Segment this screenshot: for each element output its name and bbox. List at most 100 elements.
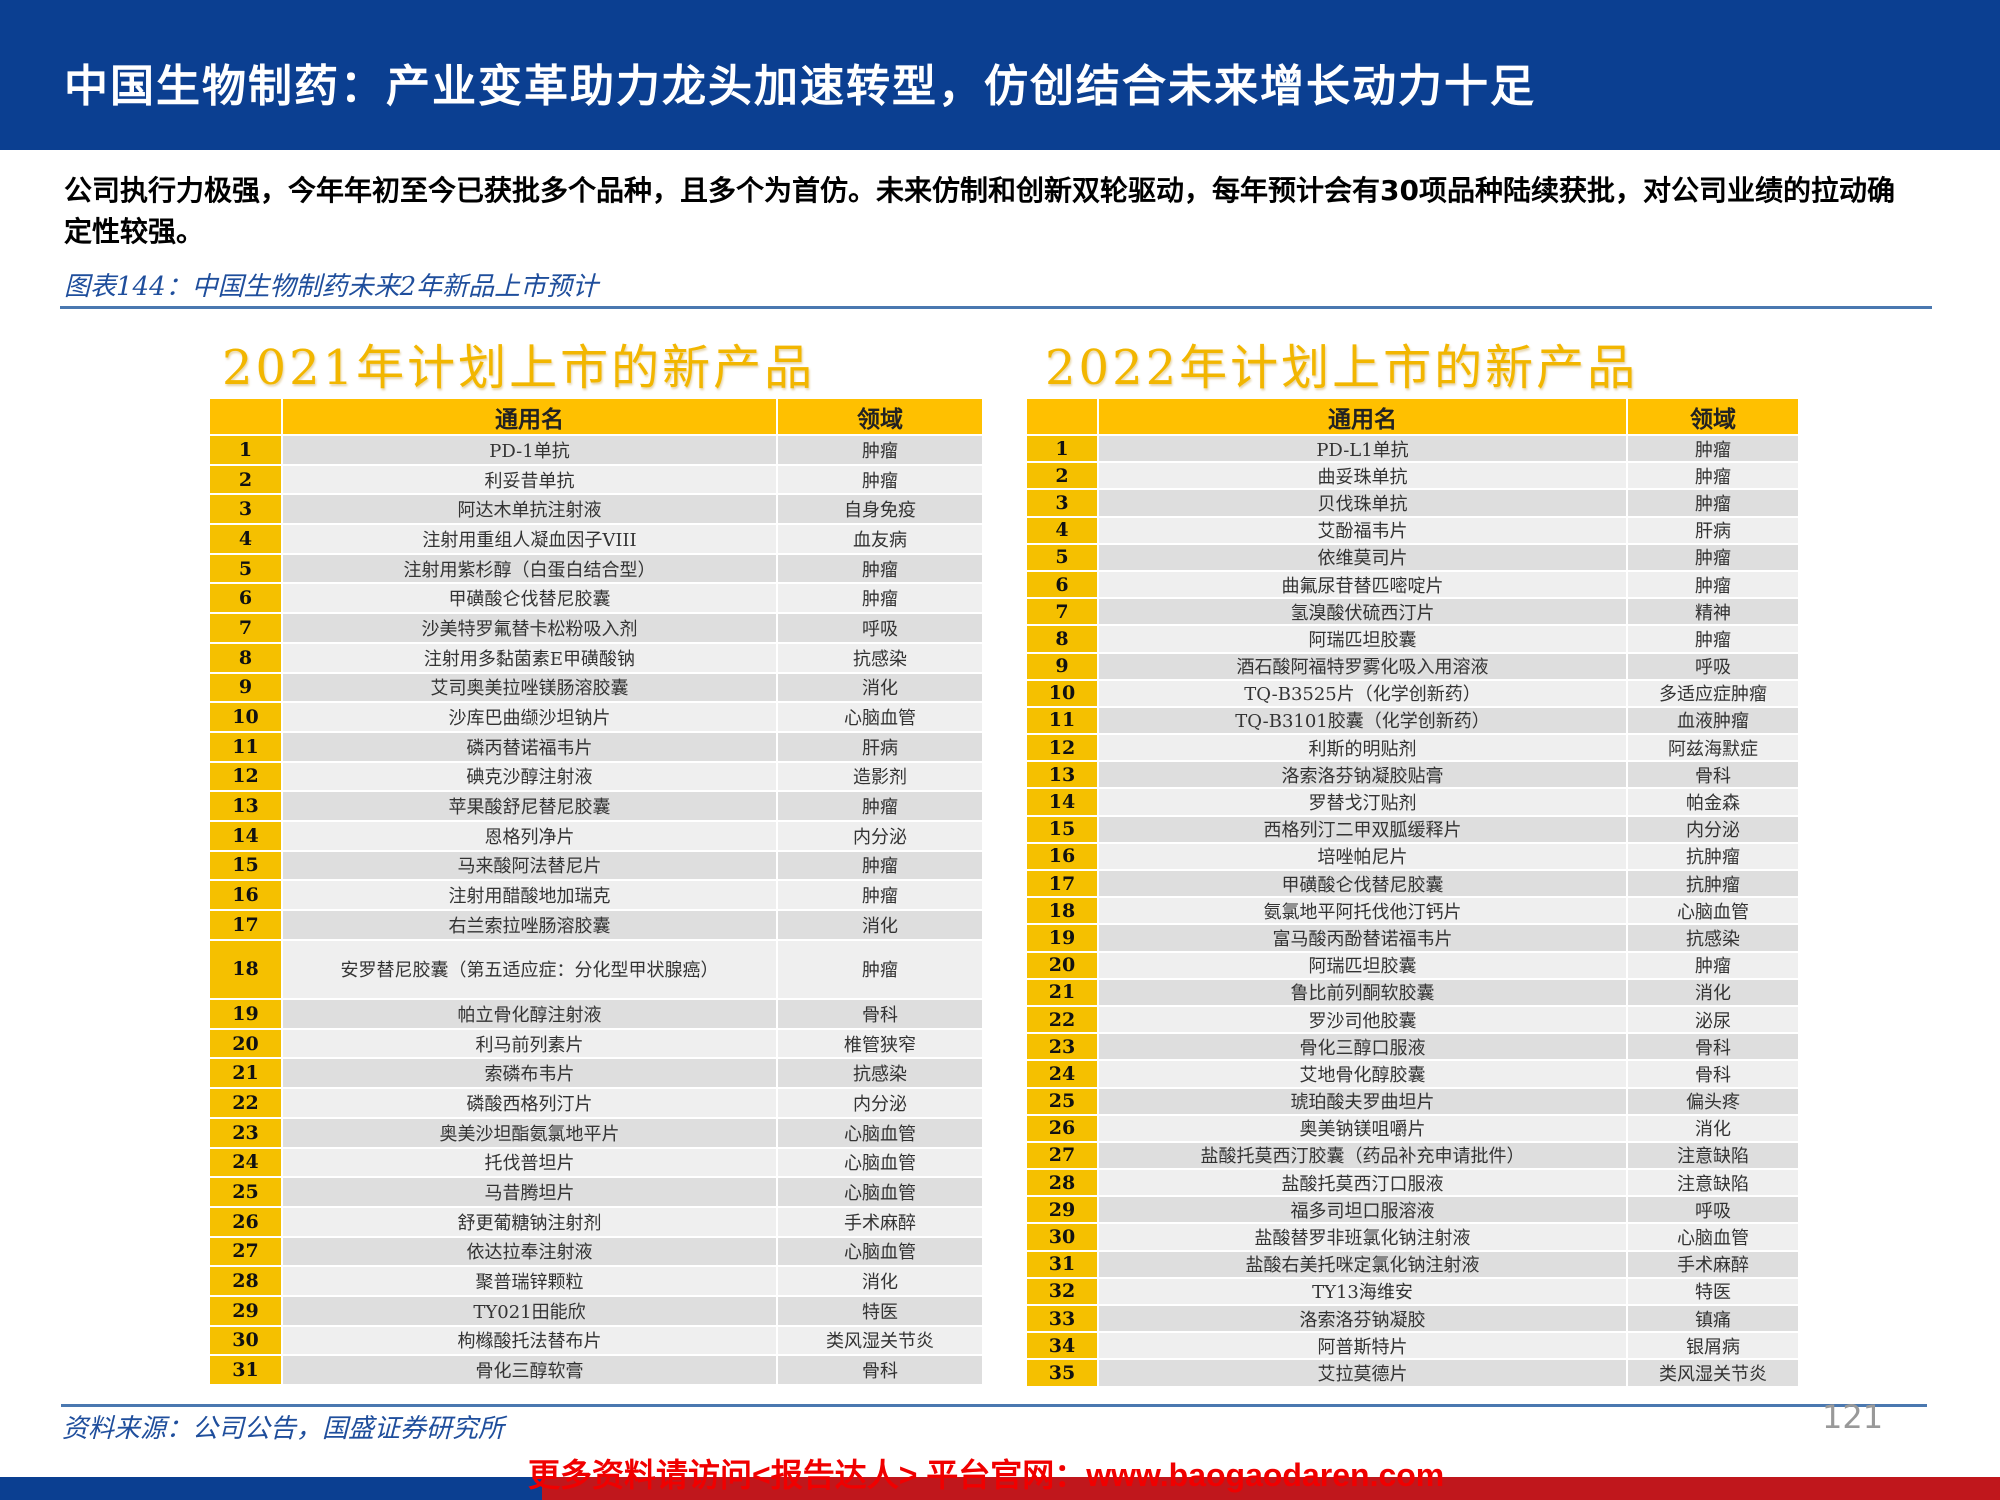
drug-name: TY021田能欣	[283, 1296, 776, 1325]
drug-name: 贝伐珠单抗	[1099, 490, 1626, 516]
drug-name: PD-1单抗	[283, 436, 776, 464]
therapeutic-area: 注意缺陷	[1628, 1170, 1798, 1196]
therapeutic-area: 特医	[778, 1296, 982, 1325]
table-row: 27 依达拉奉注射液 心脑血管	[210, 1237, 984, 1266]
table-row: 21 索磷布韦片 抗感染	[210, 1059, 984, 1088]
page-title: 中国生物制药：产业变革助力龙头加速转型，仿创结合未来增长动力十足	[64, 61, 1536, 112]
row-number: 13	[210, 792, 281, 820]
therapeutic-area: 镇痛	[1628, 1306, 1798, 1332]
table-row: 16 注射用醋酸地加瑞克 肿瘤	[210, 881, 984, 909]
drug-name: 洛索洛芬钠凝胶贴膏	[1099, 762, 1626, 788]
row-number: 7	[1027, 599, 1097, 625]
table-row: 17 右兰索拉唑肠溶胶囊 消化	[210, 911, 984, 939]
table-row: 5 依维莫司片 肿瘤	[1027, 544, 1800, 570]
footer-divider	[61, 1404, 1927, 1407]
drug-name: 福多司坦口服溶液	[1099, 1197, 1626, 1223]
drug-name: 阿达木单抗注射液	[283, 495, 776, 524]
drug-name: 恩格列净片	[283, 821, 776, 850]
row-number: 14	[210, 821, 281, 850]
drug-name: 舒更葡糖钠注射剂	[283, 1207, 776, 1236]
table-row: 5 注射用紫杉醇（白蛋白结合型） 肿瘤	[210, 554, 984, 583]
drug-name: 马昔腾坦片	[283, 1178, 776, 1206]
row-number: 1	[210, 436, 281, 464]
table-row: 25 琥珀酸夫罗曲坦片 偏头疼	[1027, 1088, 1800, 1114]
row-number: 15	[210, 851, 281, 880]
table-row: 30 盐酸替罗非班氯化钠注射液 心脑血管	[1027, 1224, 1800, 1250]
therapeutic-area: 呼吸	[778, 614, 982, 642]
drug-name: 苹果酸舒尼替尼胶囊	[283, 792, 776, 820]
table-row: 17 甲磺酸仑伐替尼胶囊 抗肿瘤	[1027, 871, 1800, 897]
therapeutic-area: 心脑血管	[778, 1118, 982, 1147]
row-number: 35	[1027, 1360, 1097, 1386]
drug-name: 曲妥珠单抗	[1099, 463, 1626, 489]
therapeutic-area: 肿瘤	[778, 554, 982, 583]
therapeutic-area: 肿瘤	[1628, 571, 1798, 598]
row-number: 30	[1027, 1224, 1097, 1250]
drug-name: 酒石酸阿福特罗雾化吸入用溶液	[1099, 653, 1626, 679]
header-domain: 领域	[778, 399, 982, 434]
therapeutic-area: 泌尿	[1628, 1006, 1798, 1033]
drug-name: 盐酸替罗非班氯化钠注射液	[1099, 1224, 1626, 1250]
drug-name: 氨氯地平阿托伐他汀钙片	[1099, 898, 1626, 924]
therapeutic-area: 抗感染	[1628, 925, 1798, 951]
watermark-link[interactable]: 更多资料请访问<报告达人> 平台官网：www.baogaodaren.com	[528, 1450, 1444, 1496]
therapeutic-area: 呼吸	[1628, 1197, 1798, 1223]
therapeutic-area: 骨科	[1628, 762, 1798, 788]
therapeutic-area: 骨科	[778, 1000, 982, 1028]
therapeutic-area: 血友病	[778, 525, 982, 553]
therapeutic-area: 手术麻醉	[778, 1207, 982, 1236]
figure-caption: 图表144：中国生物制药未来2年新品上市预计	[64, 272, 599, 302]
row-number: 10	[210, 703, 281, 731]
drug-name: 阿普斯特片	[1099, 1333, 1626, 1359]
drug-name: 骨化三醇口服液	[1099, 1034, 1626, 1060]
row-number: 15	[1027, 816, 1097, 842]
therapeutic-area: 消化	[1628, 1115, 1798, 1141]
drug-name: 罗沙司他胶囊	[1099, 1006, 1626, 1033]
drug-name: 利马前列素片	[283, 1029, 776, 1058]
row-number: 32	[1027, 1278, 1097, 1304]
drug-name: 注射用重组人凝血因子VIII	[283, 525, 776, 553]
drug-name: 阿瑞匹坦胶囊	[1099, 626, 1626, 652]
drug-name: 注射用紫杉醇（白蛋白结合型）	[283, 554, 776, 583]
table-header-row: 通用名 领域	[210, 399, 984, 434]
therapeutic-area: 骨科	[778, 1356, 982, 1385]
table-row: 15 马来酸阿法替尼片 肿瘤	[210, 851, 984, 880]
row-number: 27	[1027, 1142, 1097, 1169]
footer-bar-blue	[0, 1477, 542, 1500]
table-body: 1 PD-1单抗 肿瘤 2 利妥昔单抗 肿瘤 3 阿达木单抗注射液 自身免疫 4 注射用重组人凝血因…	[210, 436, 984, 1385]
row-number: 22	[1027, 1006, 1097, 1033]
table-header-row: 通用名 领域	[1027, 399, 1800, 434]
table-row: 28 聚普瑞锌颗粒 消化	[210, 1267, 984, 1295]
table-row: 25 马昔腾坦片 心脑血管	[210, 1178, 984, 1206]
therapeutic-area: 肿瘤	[1628, 544, 1798, 570]
drug-name: 磷酸西格列汀片	[283, 1089, 776, 1117]
table-row: 23 骨化三醇口服液 骨科	[1027, 1034, 1800, 1060]
drug-name: 艾地骨化醇胶囊	[1099, 1061, 1626, 1087]
drug-name: 盐酸托莫西汀胶囊（药品补充申请批件）	[1099, 1142, 1626, 1169]
table-row: 34 阿普斯特片 银屑病	[1027, 1333, 1800, 1359]
therapeutic-area: 心脑血管	[778, 1237, 982, 1266]
row-number: 8	[1027, 626, 1097, 652]
row-number: 16	[1027, 843, 1097, 869]
table-row: 24 托伐普坦片 心脑血管	[210, 1148, 984, 1177]
therapeutic-area: 肿瘤	[1628, 463, 1798, 489]
therapeutic-area: 自身免疫	[778, 495, 982, 524]
row-number: 33	[1027, 1306, 1097, 1332]
table-row: 3 阿达木单抗注射液 自身免疫	[210, 495, 984, 524]
therapeutic-area: 心脑血管	[778, 1148, 982, 1177]
therapeutic-area: 消化	[778, 673, 982, 702]
therapeutic-area: 肿瘤	[778, 465, 982, 494]
header-name: 通用名	[1099, 399, 1626, 434]
drug-name: 磷丙替诺福韦片	[283, 732, 776, 761]
drug-name: 甲磺酸仑伐替尼胶囊	[1099, 871, 1626, 897]
table-row: 26 奥美钠镁咀嚼片 消化	[1027, 1115, 1800, 1141]
therapeutic-area: 肝病	[1628, 517, 1798, 543]
table-2022-title: 2022年计划上市的新产品	[1045, 340, 1639, 396]
row-number: 31	[1027, 1251, 1097, 1277]
therapeutic-area: 消化	[778, 911, 982, 939]
table-row: 10 沙库巴曲缬沙坦钠片 心脑血管	[210, 703, 984, 731]
table-2021-title: 2021年计划上市的新产品	[222, 340, 816, 396]
table-row: 7 氢溴酸伏硫西汀片 精神	[1027, 599, 1800, 625]
row-number: 12	[1027, 735, 1097, 761]
drug-name: 西格列汀二甲双胍缓释片	[1099, 816, 1626, 842]
